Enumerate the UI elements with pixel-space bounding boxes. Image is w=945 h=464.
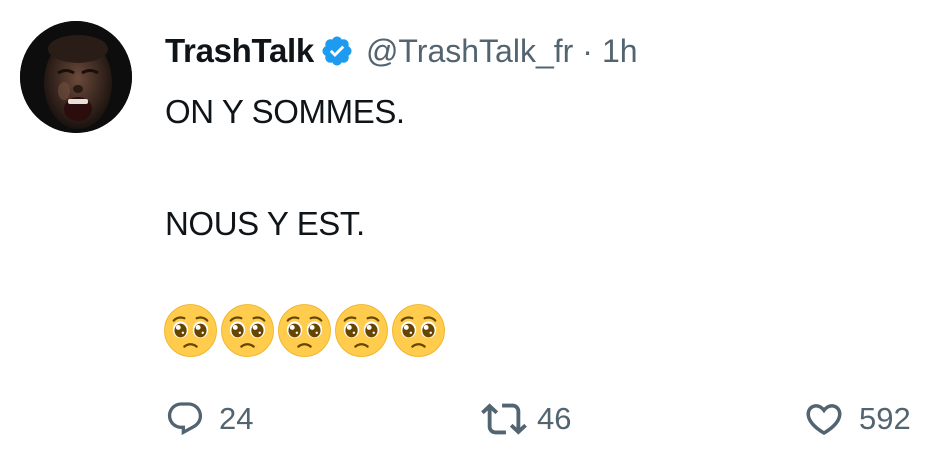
reply-button[interactable]: 24 xyxy=(165,394,253,444)
heart-icon xyxy=(806,404,842,436)
reply-icon xyxy=(167,402,203,436)
emoji-row xyxy=(163,303,446,358)
retweet-count: 46 xyxy=(537,401,572,436)
display-name[interactable]: TrashTalk xyxy=(165,32,314,70)
pleading-face-emoji xyxy=(221,304,274,357)
like-button[interactable]: 592 xyxy=(803,394,911,444)
avatar-photo-icon xyxy=(20,21,132,133)
action-bar: 24 46 592 xyxy=(0,394,945,444)
timestamp[interactable]: 1h xyxy=(602,33,638,70)
tweet-card[interactable]: TrashTalk @TrashTalk_fr · 1h ON Y SOMMES… xyxy=(0,0,945,464)
pleading-face-emoji xyxy=(278,304,331,357)
pleading-face-emoji xyxy=(335,304,388,357)
retweet-icon xyxy=(481,403,527,435)
retweet-button[interactable]: 46 xyxy=(481,394,571,444)
user-handle[interactable]: @TrashTalk_fr xyxy=(366,33,573,70)
like-count: 592 xyxy=(859,401,911,436)
separator-dot: · xyxy=(582,32,593,69)
pleading-face-emoji xyxy=(164,304,217,357)
pleading-face-emoji xyxy=(392,304,445,357)
tweet-text-line: NOUS Y EST. xyxy=(165,205,365,242)
reply-count: 24 xyxy=(219,401,254,436)
tweet-header: TrashTalk @TrashTalk_fr · 1h xyxy=(165,26,638,76)
avatar[interactable] xyxy=(20,21,132,133)
verified-badge-icon[interactable] xyxy=(320,34,354,68)
tweet-text-line: ON Y SOMMES. xyxy=(165,93,405,130)
